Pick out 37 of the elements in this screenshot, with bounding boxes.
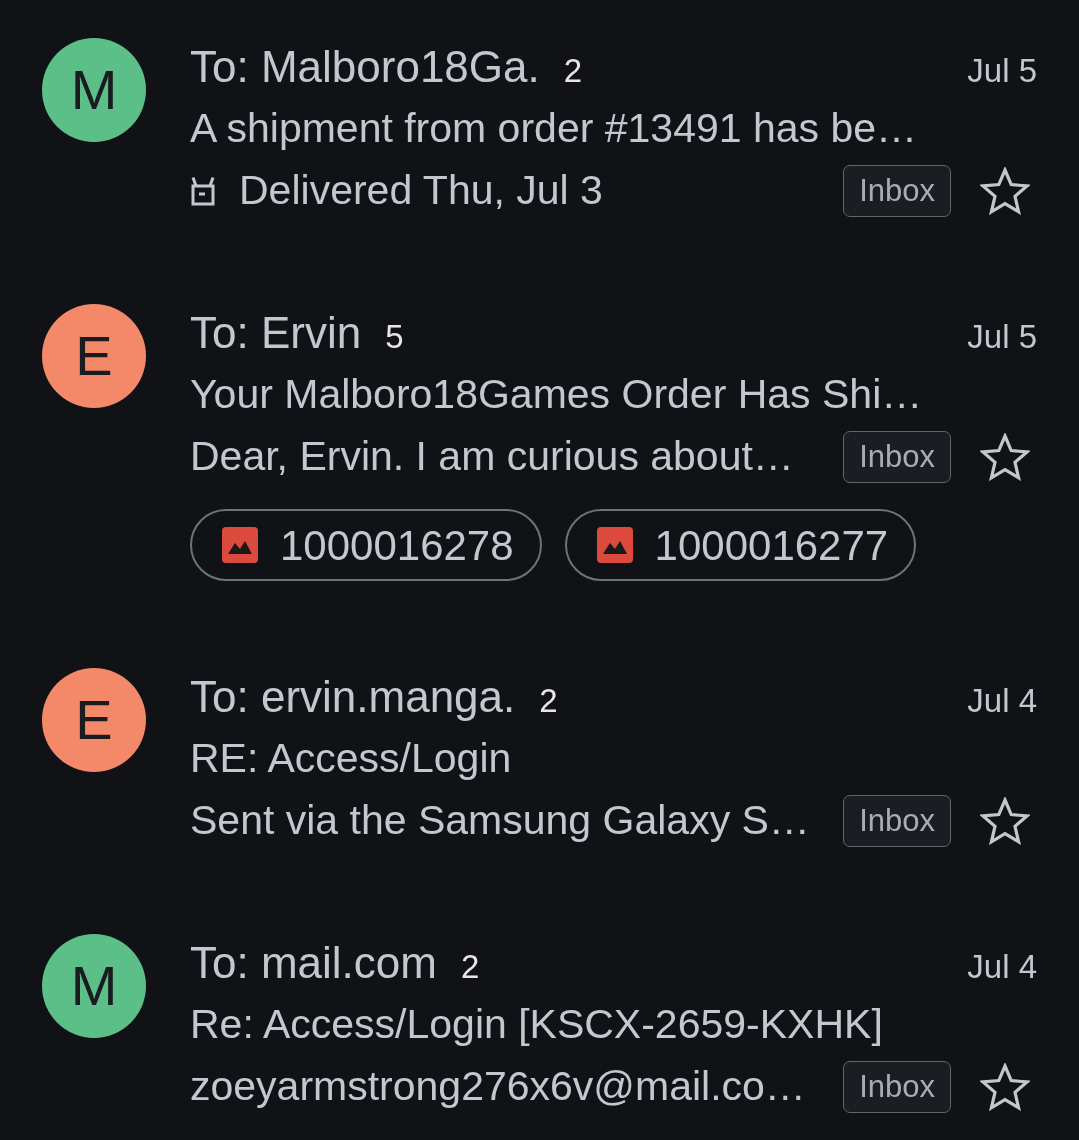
label-tag: Inbox bbox=[843, 1061, 951, 1113]
subject-text: Re: Access/Login [KSCX-2659-KXHK] bbox=[190, 1000, 883, 1050]
label-tag: Inbox bbox=[843, 165, 951, 217]
message-count: 5 bbox=[385, 317, 404, 357]
star-icon[interactable] bbox=[980, 797, 1030, 845]
snippet-text: Sent via the Samsung Galaxy S… bbox=[190, 796, 810, 846]
date-text: Jul 4 bbox=[967, 947, 1037, 987]
label-tag: Inbox bbox=[843, 431, 951, 483]
snippet-text: zoeyarmstrong276x6v@mail.co… bbox=[190, 1062, 806, 1112]
message-count: 2 bbox=[539, 681, 558, 721]
date-text: Jul 5 bbox=[967, 51, 1037, 91]
avatar[interactable]: M bbox=[42, 38, 146, 142]
subject-text: Your Malboro18Games Order Has Shi… bbox=[190, 370, 923, 420]
message-count: 2 bbox=[563, 51, 583, 91]
box-icon bbox=[190, 176, 216, 206]
subject-text: A shipment from order #13491 has be… bbox=[190, 104, 918, 154]
subject-text: RE: Access/Login bbox=[190, 734, 512, 784]
sender-name: To: mail.com bbox=[190, 937, 437, 989]
sender-name: To: ervin.manga. bbox=[190, 671, 516, 723]
date-text: Jul 5 bbox=[967, 317, 1037, 357]
avatar[interactable]: M bbox=[42, 934, 146, 1038]
star-icon[interactable] bbox=[980, 1063, 1030, 1111]
avatar[interactable]: E bbox=[42, 668, 146, 772]
star-icon[interactable] bbox=[980, 433, 1030, 481]
attachment-chip[interactable]: 1000016277 bbox=[564, 509, 917, 581]
avatar[interactable]: E bbox=[42, 304, 146, 408]
snippet-text: Delivered Thu, Jul 3 bbox=[239, 166, 603, 216]
sender-name: To: Ervin bbox=[190, 307, 362, 359]
label-tag: Inbox bbox=[843, 795, 951, 847]
message-count: 2 bbox=[460, 947, 480, 987]
image-icon bbox=[596, 527, 633, 563]
star-icon[interactable] bbox=[980, 167, 1030, 215]
sender-name: To: Malboro18Ga. bbox=[190, 41, 540, 93]
image-icon bbox=[222, 527, 258, 563]
date-text: Jul 4 bbox=[967, 681, 1037, 721]
attachment-chip[interactable]: 1000016278 bbox=[190, 509, 542, 581]
snippet-text: Dear, Ervin. I am curious about… bbox=[190, 432, 794, 482]
